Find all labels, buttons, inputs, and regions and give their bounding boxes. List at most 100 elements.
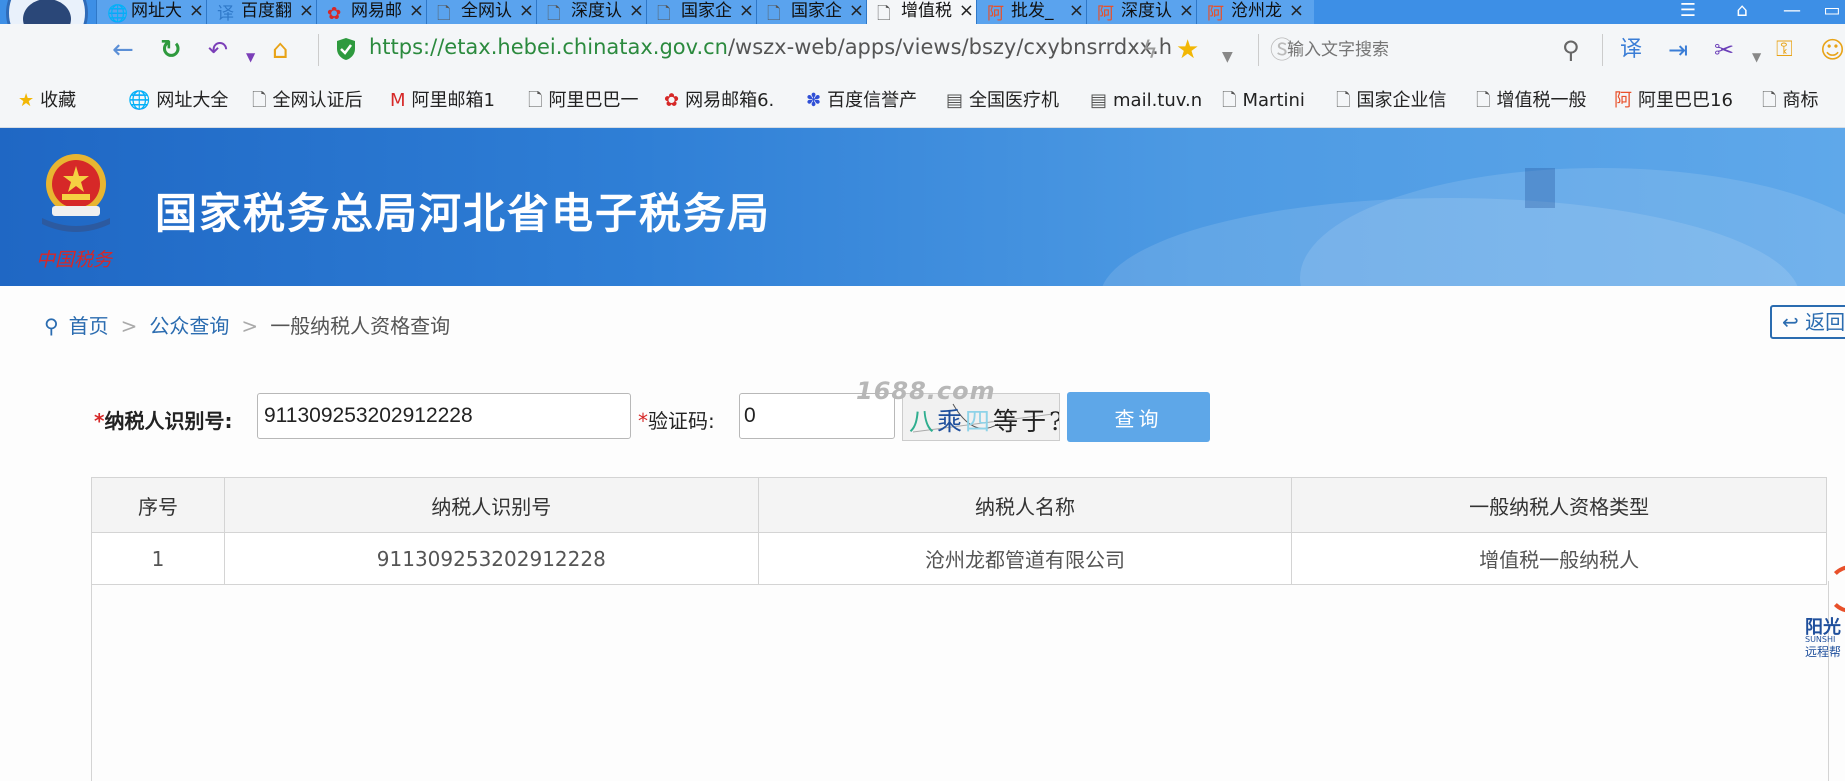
browser-tab[interactable]: 🗋 深度认 ×: [536, 0, 654, 24]
bookmark-item[interactable]: 🗋 阿里巴巴一: [528, 90, 638, 112]
browser-tab[interactable]: 阿批发_ ×: [976, 0, 1094, 24]
bookmark-item[interactable]: 🗋 国家企业信: [1336, 90, 1446, 112]
alibaba-icon: 阿: [1614, 90, 1632, 111]
address-bar[interactable]: https://etax.hebei.chinatax.gov.cn/wszx-…: [325, 32, 1225, 68]
bookmark-label: 收藏: [40, 90, 77, 111]
close-tab-icon[interactable]: ×: [189, 0, 204, 22]
url-text[interactable]: https://etax.hebei.chinatax.gov.cn/wszx-…: [369, 35, 1172, 59]
bookmark-item[interactable]: ✿ 网易邮箱6.: [664, 90, 774, 112]
minimize-icon[interactable]: —: [1772, 0, 1812, 24]
close-tab-icon[interactable]: ×: [849, 0, 864, 22]
return-button-label: 返回: [1805, 310, 1845, 334]
dropdown-icon[interactable]: ▼: [1752, 44, 1761, 70]
captcha-text: 八乘四等于?: [909, 402, 1059, 438]
browser-tab[interactable]: 🗋 国家企 ×: [646, 0, 764, 24]
divider: [318, 34, 319, 66]
bookmark-label: 全国医疗机: [969, 90, 1060, 111]
key-icon[interactable]: ⚿: [1776, 37, 1793, 63]
undo-icon[interactable]: ↶: [208, 37, 228, 63]
translate-icon[interactable]: 译: [1620, 37, 1642, 63]
browser-tab[interactable]: 阿深度认 ×: [1086, 0, 1204, 24]
close-tab-icon[interactable]: ×: [739, 0, 754, 22]
bookmark-item[interactable]: 🗋 Martini: [1222, 90, 1305, 112]
bookmark-item[interactable]: ▤ mail.tuv.n: [1090, 90, 1202, 112]
return-button[interactable]: ↩ 返回: [1770, 305, 1845, 339]
table-row: 1 911309253202912228 沧州龙都管道有限公司 增值税一般纳税人: [91, 532, 1827, 585]
tin-label: *纳税人识别号:: [94, 405, 232, 434]
home-icon[interactable]: ⌂: [272, 37, 289, 63]
breadcrumb-public-query-link[interactable]: 公众查询: [149, 314, 229, 338]
column-header-name: 纳税人名称: [757, 477, 1293, 533]
browser-tab[interactable]: ✿ 网易邮 ×: [316, 0, 434, 24]
close-tab-icon[interactable]: ×: [1069, 0, 1084, 22]
browser-tab-title: 网易邮: [351, 1, 402, 21]
bookmark-label: Martini: [1242, 90, 1305, 111]
browser-tab-strip: 🌐 网址大 × 译百度翻 × ✿ 网易邮 × 🗋 全网认 × 🗋 深度认 × 🗋 国家企 × 🗋 国家企 × 🗋 增值税 ×…: [0, 0, 1845, 24]
back-icon[interactable]: ←: [112, 37, 134, 63]
bookmark-item[interactable]: 阿阿里巴巴16: [1614, 90, 1733, 112]
close-tab-icon[interactable]: ×: [959, 0, 974, 22]
favorite-star-icon[interactable]: ★: [1176, 37, 1199, 63]
query-button[interactable]: 查询: [1067, 392, 1210, 442]
bookmark-item[interactable]: 🗋 增值税一般: [1476, 90, 1586, 112]
table-header-row: 序号 纳税人识别号 纳税人名称 一般纳税人资格类型: [91, 477, 1827, 533]
search-input[interactable]: [1285, 32, 1589, 68]
bookmark-item[interactable]: 🌐 网址大全: [128, 90, 228, 112]
site-title: 国家税务总局河北省电子税务局: [155, 189, 772, 238]
dropdown-icon[interactable]: ▼: [1222, 44, 1233, 70]
breadcrumb-separator: >: [120, 314, 138, 338]
bookmark-item[interactable]: 🗋 商标: [1762, 90, 1818, 112]
refresh-icon[interactable]: ↻: [160, 37, 182, 63]
browser-tab[interactable]: 🌐 网址大 ×: [96, 0, 214, 24]
close-tab-icon[interactable]: ×: [1289, 0, 1304, 22]
required-mark: *: [638, 409, 648, 433]
browser-tab[interactable]: 阿沧州龙 ×: [1196, 0, 1314, 24]
browser-tab[interactable]: 译百度翻 ×: [206, 0, 324, 24]
cell-name: 沧州龙都管道有限公司: [757, 532, 1293, 585]
bookmark-label: 百度信誉产: [827, 90, 918, 111]
divider: [1258, 34, 1259, 66]
breadcrumb: ⚲ 首页 > 公众查询 > 一般纳税人资格查询: [44, 310, 450, 339]
page-icon: 🗋: [767, 4, 781, 24]
bookmark-label: 增值税一般: [1496, 90, 1587, 111]
bookmark-item[interactable]: M 阿里邮箱1: [390, 90, 495, 112]
undo-dropdown-icon[interactable]: ▼: [246, 44, 255, 70]
column-header-tin: 纳税人识别号: [223, 477, 759, 533]
bookmark-item[interactable]: ★ 收藏: [18, 90, 76, 112]
bookmark-label: 阿里巴巴一: [548, 90, 639, 111]
browser-tab[interactable]: 🗋 国家企 ×: [756, 0, 874, 24]
captcha-char: 四: [965, 407, 994, 436]
browser-tab-title: 全网认: [461, 1, 512, 21]
bookmark-label: 全网认证后: [272, 90, 363, 111]
close-tab-icon[interactable]: ×: [629, 0, 644, 22]
maximize-icon[interactable]: ▭: [1812, 0, 1845, 24]
browser-tab[interactable]: 🗋 全网认 ×: [426, 0, 544, 24]
scissors-icon[interactable]: ✂: [1714, 37, 1734, 63]
close-tab-icon[interactable]: ×: [1179, 0, 1194, 22]
address-toolbar: ← ↻ ↶ ▼ ⌂ https://etax.hebei.chinatax.go…: [0, 24, 1845, 76]
breadcrumb-home-link[interactable]: 首页: [69, 314, 109, 338]
search-icon[interactable]: ⚲: [1562, 37, 1580, 63]
sunshine-remote-help-widget[interactable]: 阳光 SUNSHI 远程帮: [1805, 565, 1845, 659]
page-icon: 🗋: [528, 90, 543, 111]
tin-label-text: 纳税人识别号:: [104, 409, 233, 433]
close-tab-icon[interactable]: ×: [519, 0, 534, 22]
bookmark-label: 网址大全: [156, 90, 229, 111]
tin-input[interactable]: [257, 393, 631, 439]
location-pin-icon: ⚲: [44, 314, 59, 338]
browser-tab-title: 百度翻: [241, 1, 292, 21]
login-icon[interactable]: ⇥: [1668, 37, 1688, 63]
close-tab-icon[interactable]: ×: [409, 0, 424, 22]
bookmark-item[interactable]: 🗋 全网认证后: [252, 90, 362, 112]
browser-tab-title: 网址大: [131, 1, 182, 21]
menu-icon[interactable]: ☰: [1668, 0, 1708, 24]
browser-tab[interactable]: 🗋 增值税 ×: [866, 0, 984, 24]
lightning-icon[interactable]: ϟ: [1142, 37, 1158, 63]
alibaba-icon: 阿: [1097, 4, 1114, 24]
close-tab-icon[interactable]: ×: [299, 0, 314, 22]
column-header-index: 序号: [91, 477, 225, 533]
skin-icon[interactable]: ⌂: [1722, 0, 1762, 24]
emoji-icon[interactable]: ☺: [1820, 37, 1845, 63]
bookmark-item[interactable]: ▤ 全国医疗机: [946, 90, 1059, 112]
bookmark-item[interactable]: ✽ 百度信誉产: [806, 90, 917, 112]
